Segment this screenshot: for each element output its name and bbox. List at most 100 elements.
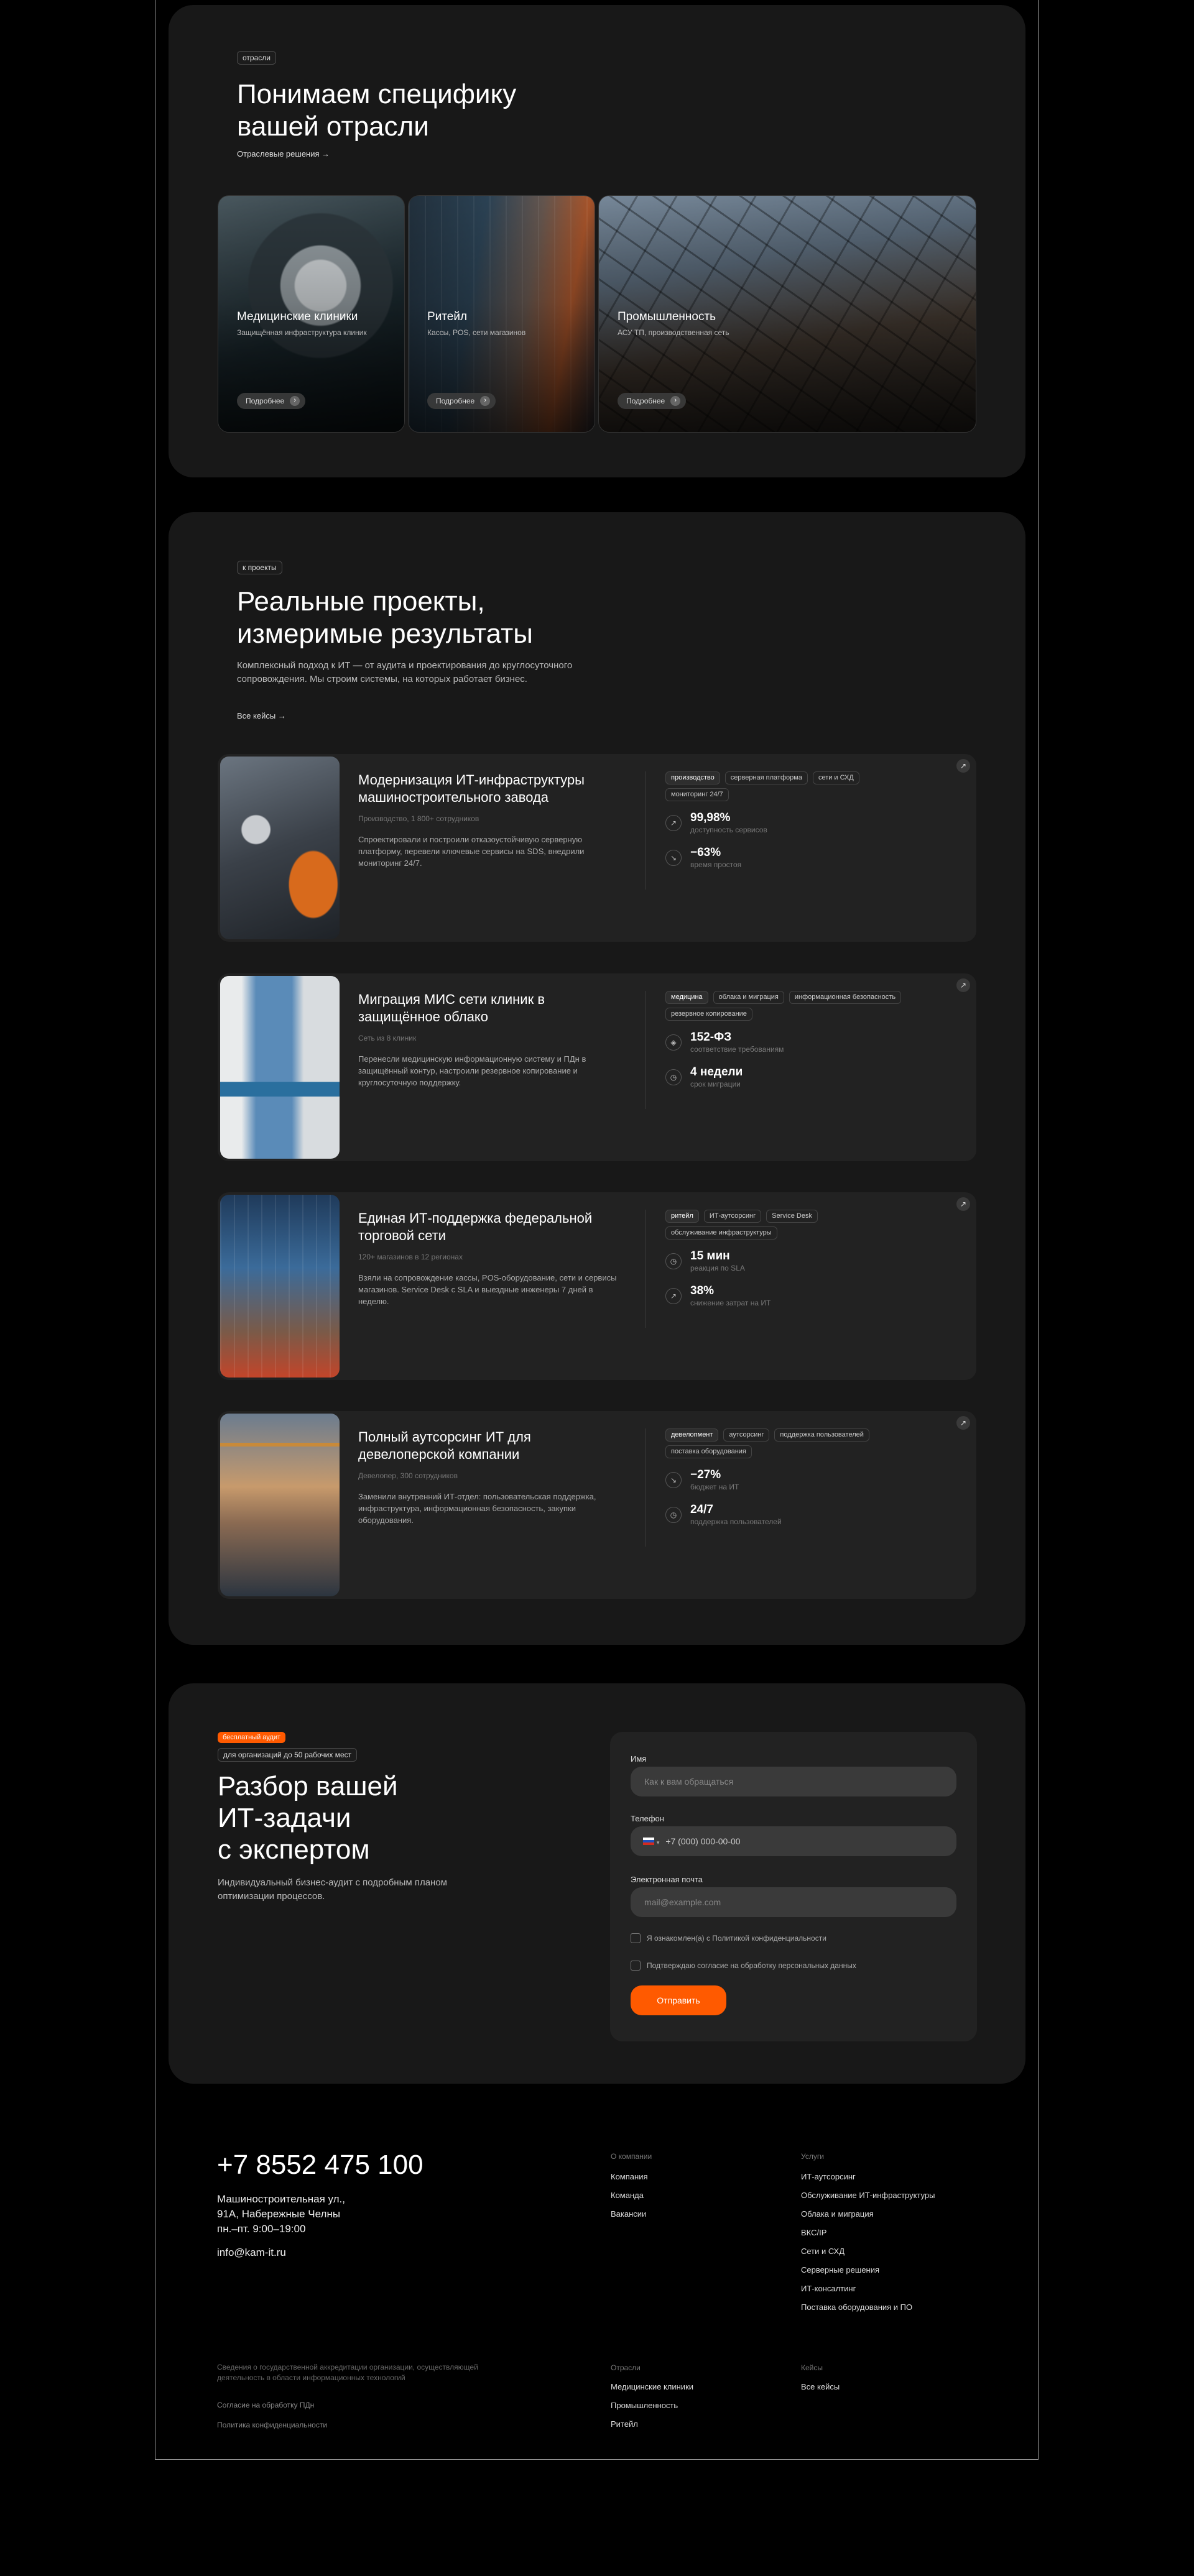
clock-icon: ◷ (665, 1069, 682, 1085)
chevron-down-icon[interactable]: ▾ (657, 1839, 660, 1846)
metric: ↗ 38% снижение затрат на ИТ (665, 1284, 914, 1309)
project-desc: Взяли на сопровождение кассы, POS-оборуд… (358, 1273, 617, 1306)
project-sub: 120+ магазинов в 12 регионах (358, 1253, 463, 1261)
metric: ↘ −63% время простоя (665, 846, 914, 871)
industries-link[interactable]: Отраслевые решения → (237, 149, 330, 159)
audit-desc: Индивидуальный бизнес-аудит с подробным … (218, 1877, 447, 1902)
footer-link[interactable]: Компания (611, 2172, 648, 2181)
metric: ↗ 99,98% доступность сервисов (665, 811, 914, 836)
tag: обслуживание инфраструктуры (665, 1226, 777, 1240)
industry-desc: АСУ ТП, производственная сеть (618, 328, 729, 337)
audit-badge: бесплатный аудит (218, 1732, 285, 1743)
tag: сети и СХД (812, 771, 859, 784)
factory-photo (220, 757, 340, 939)
project-sub: Девелопер, 300 сотрудников (358, 1471, 458, 1480)
tag: резервное копирование (665, 1008, 752, 1021)
project-tags: девелопмент аутсорсинг поддержка пользов… (665, 1428, 927, 1458)
phone-input[interactable]: ▾ +7 (000) 000-00-00 (631, 1826, 956, 1856)
footer-email[interactable]: info@kam-it.ru (217, 2247, 286, 2259)
footer-link[interactable]: Промышленность (611, 2401, 678, 2410)
audit-section: бесплатный аудит для организаций до 50 р… (169, 1683, 1025, 2084)
industry-desc: Кассы, POS, сети магазинов (427, 328, 526, 337)
open-arrow-icon[interactable]: ↗ (956, 759, 970, 773)
project-title: Единая ИТ-поддержка федеральной торговой… (358, 1210, 593, 1243)
more-button[interactable]: Подробнее (618, 393, 687, 409)
chart-up-icon: ↗ (665, 815, 682, 831)
open-arrow-icon[interactable]: ↗ (956, 1416, 970, 1430)
footer-phone[interactable]: +7 8552 475 100 (217, 2150, 423, 2181)
metric: ◈ 152-ФЗ соответствие требованиям (665, 1031, 914, 1056)
tag: ИТ-аутсорсинг (703, 1210, 762, 1223)
shield-icon: ◈ (665, 1034, 682, 1051)
footer-link[interactable]: Облака и миграция (801, 2209, 874, 2219)
metric: ↘ −27% бюджет на ИТ (665, 1468, 914, 1493)
footer-link[interactable]: Медицинские клиники (611, 2382, 693, 2391)
more-button[interactable]: Подробнее (237, 393, 306, 409)
footer-link[interactable]: Поставка оборудования и ПО (801, 2302, 912, 2312)
industry-card-retail[interactable]: Ритейл Кассы, POS, сети магазинов Подроб… (408, 195, 595, 433)
project-card[interactable]: Единая ИТ-поддержка федеральной торговой… (218, 1192, 976, 1380)
clinic-office-photo (220, 976, 340, 1159)
tag: Service Desk (766, 1210, 818, 1223)
tag: ритейл (665, 1210, 699, 1223)
privacy-checkbox[interactable]: Я ознакомлен(а) с Политикой конфиденциал… (631, 1933, 826, 1943)
industry-title: Ритейл (427, 310, 468, 323)
name-label: Имя (631, 1754, 647, 1764)
industry-card-industry[interactable]: Промышленность АСУ ТП, производственная … (598, 195, 976, 433)
chart-up-icon: ↗ (665, 1288, 682, 1304)
footer-link[interactable]: Ритейл (611, 2419, 638, 2429)
open-arrow-icon[interactable]: ↗ (956, 1197, 970, 1211)
tag: медицина (665, 991, 708, 1004)
project-card[interactable]: Миграция МИС сети клиник в защищённое об… (218, 973, 976, 1161)
footer-link[interactable]: Сети и СХД (801, 2247, 845, 2256)
footer-link[interactable]: ВКС/IP (801, 2228, 826, 2237)
clock-icon: ◷ (665, 1253, 682, 1269)
privacy-policy-link[interactable]: Политика конфиденциальности (217, 2421, 327, 2429)
project-desc: Спроектировали и построили отказоустойчи… (358, 835, 585, 868)
submit-button[interactable]: Отправить (631, 1985, 726, 2015)
services-heading: Услуги (801, 2152, 824, 2161)
project-card[interactable]: Модернизация ИТ-инфраструктуры машиностр… (218, 754, 976, 942)
footer-link[interactable]: ИТ-консалтинг (801, 2284, 856, 2293)
industry-title: Медицинские клиники (237, 310, 358, 323)
legal-text: Сведения о государственной аккредитации … (217, 2363, 478, 2382)
chart-down-icon: ↘ (665, 1472, 682, 1488)
footer-link[interactable]: Команда (611, 2191, 644, 2200)
footer-address: Машиностроительная ул., 91А, Набережные … (217, 2193, 346, 2235)
more-button[interactable]: Подробнее (427, 393, 496, 409)
name-input[interactable] (631, 1767, 956, 1796)
tag: серверная платформа (724, 771, 808, 784)
footer-link[interactable]: Серверные решения (801, 2265, 879, 2275)
audit-note: для организаций до 50 рабочих мест (218, 1748, 358, 1762)
project-sub: Производство, 1 800+ сотрудников (358, 814, 479, 823)
construction-photo (220, 1414, 340, 1596)
industry-card-medical[interactable]: Медицинские клиники Защищённая инфрастру… (218, 195, 405, 433)
metric: ◷ 24/7 поддержка пользователей (665, 1503, 914, 1528)
email-input[interactable] (631, 1887, 956, 1917)
footer-link[interactable]: Все кейсы (801, 2382, 840, 2391)
clock-icon: ◷ (665, 1507, 682, 1523)
russia-flag-icon[interactable] (643, 1838, 654, 1845)
footer-link[interactable]: Обслуживание ИТ-инфраструктуры (801, 2191, 935, 2200)
email-label: Электронная почта (631, 1875, 703, 1884)
project-desc: Заменили внутренний ИТ-отдел: пользовате… (358, 1492, 596, 1525)
phone-label: Телефон (631, 1814, 664, 1823)
pd-consent-link[interactable]: Согласие на обработку ПДн (217, 2401, 314, 2409)
audit-title: Разбор вашей ИТ-задачи с экспертом (218, 1771, 398, 1865)
tag: девелопмент (665, 1428, 719, 1442)
footer-link[interactable]: ИТ-аутсорсинг (801, 2172, 856, 2181)
all-cases-link[interactable]: Все кейсы → (237, 711, 286, 720)
arrow-right-icon: → (277, 711, 286, 720)
retail-store-photo (220, 1195, 340, 1378)
tag: поддержка пользователей (774, 1428, 869, 1442)
tag: поставка оборудования (665, 1445, 752, 1458)
company-heading: О компании (611, 2152, 652, 2161)
open-arrow-icon[interactable]: ↗ (956, 978, 970, 992)
tag: мониторинг 24/7 (665, 788, 729, 801)
project-card[interactable]: Полный аутсорсинг ИТ для девелоперской к… (218, 1411, 976, 1599)
tag: облака и миграция (713, 991, 784, 1004)
projects-title: Реальные проекты, измеримые результаты (237, 586, 533, 649)
consent-checkbox[interactable]: Подтверждаю согласие на обработку персон… (631, 1961, 856, 1971)
footer-link[interactable]: Вакансии (611, 2209, 646, 2219)
tag: информационная безопасность (789, 991, 902, 1004)
